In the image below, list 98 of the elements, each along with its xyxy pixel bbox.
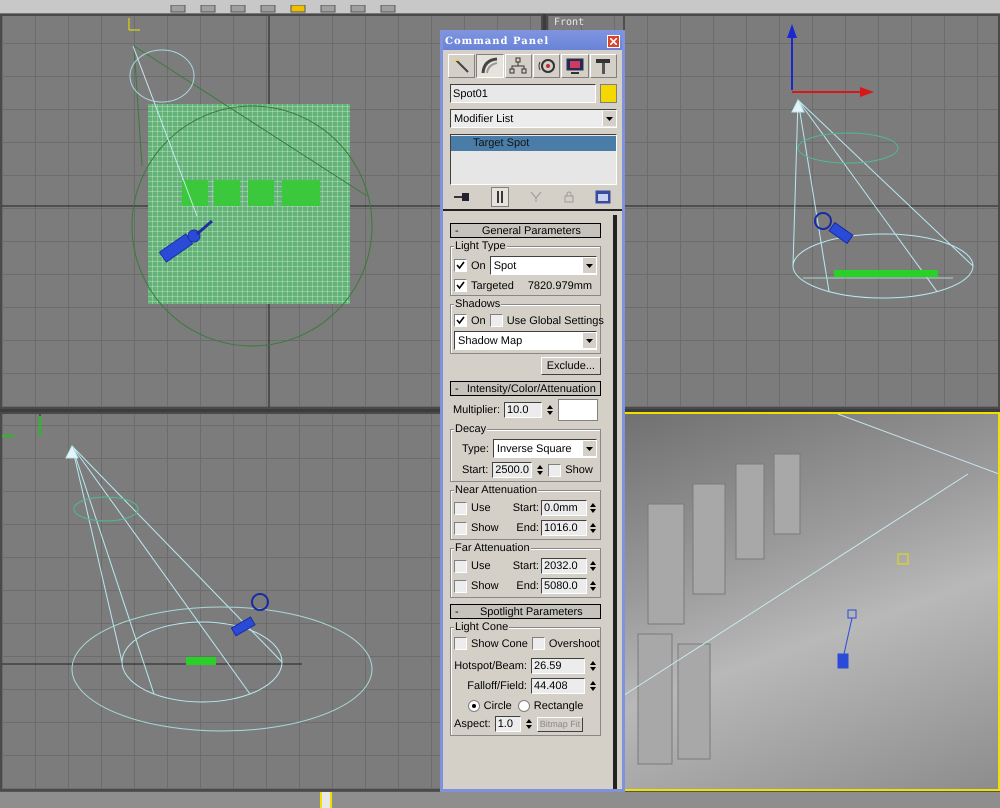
radio-button[interactable] — [468, 700, 480, 712]
checkbox-label: Targeted — [471, 280, 514, 292]
spinner-icon[interactable] — [589, 501, 597, 515]
field-label: Hotspot/Beam: — [454, 660, 527, 672]
monitor-icon — [566, 57, 584, 75]
checkbox-label: Show Cone — [471, 638, 528, 650]
pin-icon[interactable] — [454, 192, 470, 202]
checkbox[interactable] — [454, 314, 467, 327]
spinner-icon[interactable] — [589, 559, 597, 573]
checkbox-label: On — [471, 314, 486, 326]
time-slider[interactable] — [0, 791, 1000, 808]
checkbox[interactable] — [454, 522, 467, 534]
target-cube-icon — [898, 554, 908, 564]
field-label: End: — [516, 580, 539, 592]
field-label: Multiplier: — [452, 404, 500, 416]
checkbox[interactable] — [454, 580, 467, 592]
field-label: Start: — [462, 464, 488, 476]
hierarchy-icon — [509, 57, 528, 75]
spotlight-drawing — [230, 593, 269, 637]
modifier-list-dropdown[interactable]: Modifier List — [450, 109, 617, 128]
rollout-header[interactable]: - Intensity/Color/Attenuation — [450, 381, 601, 396]
input-field[interactable]: 0.0mm — [541, 500, 587, 516]
checkbox-label: Overshoot — [548, 638, 600, 650]
caret-icon[interactable] — [602, 111, 616, 126]
group-title: Shadows — [454, 298, 502, 310]
spotlight-drawing — [838, 610, 856, 668]
radio-label: Rectangle — [534, 700, 584, 712]
checkbox[interactable] — [454, 502, 467, 514]
field-label: Falloff/Field: — [467, 680, 527, 692]
field-label: End: — [516, 522, 539, 534]
checkbox-label: Use — [471, 502, 491, 514]
checkbox[interactable] — [454, 637, 467, 650]
spotlight-drawing — [814, 212, 854, 244]
caret-icon[interactable] — [582, 441, 596, 456]
checkbox-label: Show — [471, 522, 499, 534]
field-label: Start: — [512, 502, 539, 514]
spinner-icon[interactable] — [589, 679, 597, 693]
time-slider-thumb[interactable] — [320, 792, 332, 808]
checkbox-label: Use — [471, 560, 491, 572]
input-field[interactable]: 1.0 — [494, 716, 521, 732]
group-title: Near Attenuation — [454, 484, 538, 496]
checkbox[interactable] — [548, 464, 562, 476]
close-icon — [610, 38, 617, 45]
rollout-header[interactable]: - General Parameters — [450, 223, 601, 238]
checkbox[interactable] — [454, 560, 467, 572]
rollout-header[interactable]: - Spotlight Parameters — [450, 604, 601, 619]
input-field[interactable]: 2500.0 — [492, 462, 532, 478]
radio-label: Circle — [484, 700, 512, 712]
light-color-swatch[interactable] — [558, 399, 598, 421]
wand-icon — [452, 57, 471, 75]
object-color-swatch[interactable] — [600, 84, 617, 103]
checkbox-label: On — [471, 260, 486, 272]
panel-tab[interactable] — [476, 54, 504, 78]
input-field[interactable]: 44.408 — [531, 678, 585, 694]
spinner-icon[interactable] — [524, 717, 533, 731]
text-mesh-drawing — [186, 657, 216, 665]
checkbox-label: Show — [471, 580, 499, 592]
name-field[interactable]: Spot01 — [450, 84, 596, 103]
hammer-icon — [594, 57, 612, 75]
checkbox[interactable] — [454, 279, 467, 292]
radio-button[interactable] — [518, 700, 530, 712]
checkbox[interactable] — [532, 637, 545, 650]
spinner-icon[interactable] — [589, 659, 597, 673]
input-field[interactable]: 5080.0 — [541, 578, 587, 594]
caret-icon[interactable] — [582, 258, 596, 273]
hotspot-ellipse — [74, 496, 138, 522]
input-field[interactable]: 10.0 — [504, 402, 542, 418]
checkbox-label: Show — [565, 464, 593, 476]
close-button[interactable] — [607, 35, 620, 48]
spinner-icon[interactable] — [546, 403, 554, 417]
checkbox[interactable] — [454, 259, 467, 272]
decay-type-dropdown[interactable]: Inverse Square — [492, 439, 597, 458]
curve-icon — [480, 57, 499, 75]
caret-icon[interactable] — [582, 333, 596, 348]
group-title: Far Attenuation — [454, 542, 531, 554]
group-title: Light Type — [454, 240, 507, 252]
input-field[interactable]: 1016.0 — [541, 520, 587, 536]
stack-item[interactable]: Target Spot — [451, 136, 616, 151]
axis-gizmo-icon — [128, 18, 140, 30]
spotlight-drawing — [158, 220, 213, 263]
input-field[interactable]: 2032.0 — [541, 558, 587, 574]
end-result-icon[interactable] — [491, 187, 510, 207]
field-label: Aspect: — [454, 718, 491, 730]
input-field[interactable]: 26.59 — [531, 658, 585, 674]
light-type-dropdown[interactable]: Spot — [490, 256, 597, 275]
spinner-icon[interactable] — [589, 579, 597, 593]
axis-gizmo-icon — [2, 415, 41, 437]
configure-icon[interactable] — [595, 190, 612, 204]
checkbox[interactable] — [490, 314, 503, 327]
wheel-icon — [538, 57, 556, 75]
field-label: Start: — [512, 560, 539, 572]
axis-gizmo-icon — [787, 24, 874, 97]
group-title: Decay — [454, 423, 488, 435]
shadow-type-dropdown[interactable]: Shadow Map — [454, 331, 597, 350]
exclude-button[interactable]: Exclude... — [540, 357, 601, 375]
group-title: Light Cone — [454, 621, 510, 633]
field-label: Type: — [462, 442, 489, 454]
spinner-icon[interactable] — [589, 521, 597, 535]
